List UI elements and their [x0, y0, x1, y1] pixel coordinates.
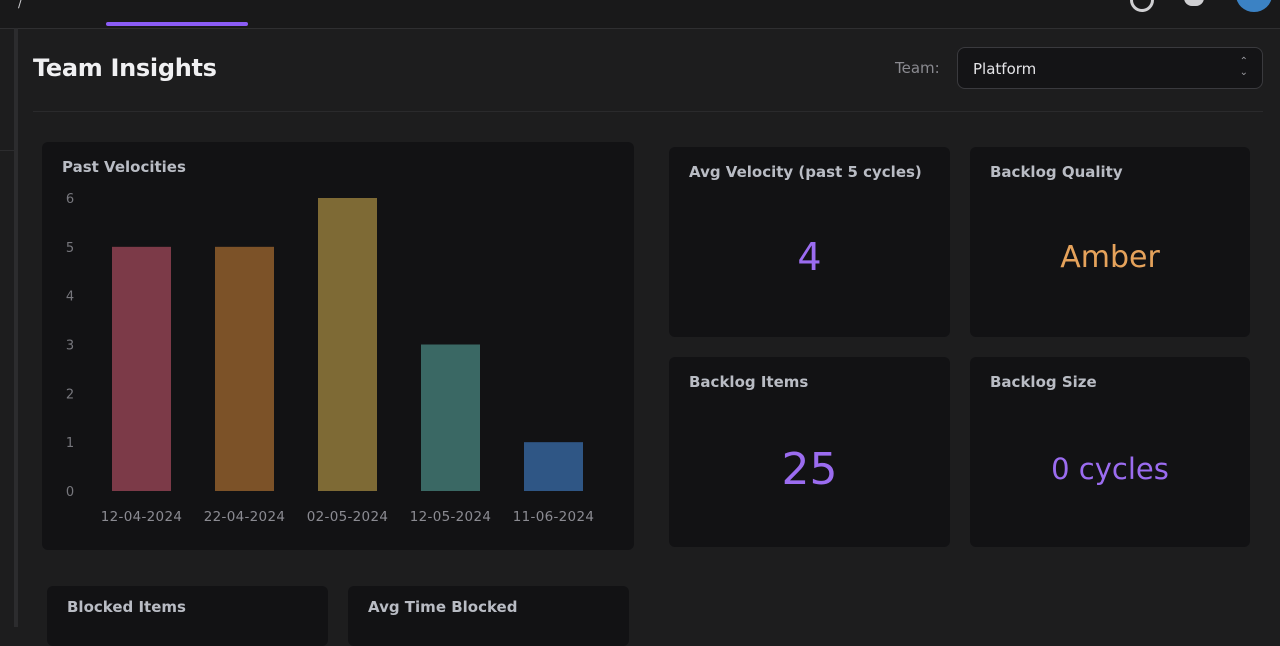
- y-axis-tick-label: 5: [66, 241, 74, 256]
- team-select-value: Platform: [973, 60, 1037, 78]
- sidebar-divider: [0, 150, 14, 151]
- avg-velocity-title: Avg Velocity (past 5 cycles): [689, 163, 922, 181]
- avg-time-blocked-title: Avg Time Blocked: [368, 598, 518, 616]
- top-navigation-bar: /: [0, 0, 1280, 29]
- help-icon[interactable]: [1130, 0, 1154, 12]
- y-axis-tick-label: 2: [66, 387, 74, 402]
- backlog-size-card: Backlog Size 0 cycles: [970, 357, 1250, 547]
- avatar[interactable]: [1236, 0, 1272, 12]
- x-axis-tick-label: 02-05-2024: [307, 509, 388, 525]
- sidebar-rail: [14, 28, 18, 627]
- page-title: Team Insights: [33, 54, 217, 82]
- backlog-items-card: Backlog Items 25: [669, 357, 950, 547]
- top-nav-fragment-icon: /: [18, 0, 23, 10]
- velocity-bar[interactable]: [112, 246, 171, 491]
- header-divider: [33, 111, 1263, 112]
- x-axis-tick-label: 22-04-2024: [204, 509, 285, 525]
- blocked-items-title: Blocked Items: [67, 598, 186, 616]
- x-axis-tick-label: 12-04-2024: [101, 509, 182, 525]
- y-axis-tick-label: 0: [66, 485, 74, 500]
- backlog-size-title: Backlog Size: [990, 373, 1097, 391]
- x-axis-tick-label: 12-05-2024: [410, 509, 491, 525]
- velocity-bar-chart: 0 1 2 3 4 5 6 12-04-2024 22-04-2024 02-05-2024 12-…: [66, 192, 594, 525]
- team-filter-label: Team:: [895, 59, 940, 77]
- velocity-bar[interactable]: [524, 442, 583, 491]
- backlog-size-value: 0 cycles: [1051, 452, 1169, 486]
- avg-time-blocked-card: Avg Time Blocked: [348, 586, 629, 646]
- y-axis-tick-label: 1: [66, 436, 74, 451]
- x-axis-tick-label: 11-06-2024: [513, 509, 594, 525]
- backlog-quality-title: Backlog Quality: [990, 163, 1123, 181]
- velocity-bar[interactable]: [421, 344, 480, 492]
- select-chevron-icon: ⌃ ⌄: [1239, 56, 1248, 78]
- avg-velocity-card: Avg Velocity (past 5 cycles) 4: [669, 147, 950, 337]
- velocity-bar[interactable]: [318, 198, 377, 491]
- backlog-items-value: 25: [781, 444, 838, 495]
- y-axis-tick-label: 6: [66, 192, 74, 207]
- velocity-bar[interactable]: [215, 246, 274, 491]
- backlog-items-title: Backlog Items: [689, 373, 809, 391]
- bell-icon[interactable]: [1184, 0, 1204, 6]
- blocked-items-card: Blocked Items: [47, 586, 328, 646]
- backlog-quality-value: Amber: [1060, 240, 1160, 275]
- active-tab-indicator[interactable]: [106, 22, 248, 26]
- team-select[interactable]: Platform ⌃ ⌄: [957, 47, 1263, 89]
- past-velocities-card: Past Velocities 0 1 2 3 4 5 6 12-04-2024 22-04-2…: [42, 142, 634, 550]
- avg-velocity-value: 4: [797, 235, 822, 279]
- backlog-quality-card: Backlog Quality Amber: [970, 147, 1250, 337]
- y-axis-tick-label: 4: [66, 290, 74, 305]
- y-axis-tick-label: 3: [66, 339, 74, 354]
